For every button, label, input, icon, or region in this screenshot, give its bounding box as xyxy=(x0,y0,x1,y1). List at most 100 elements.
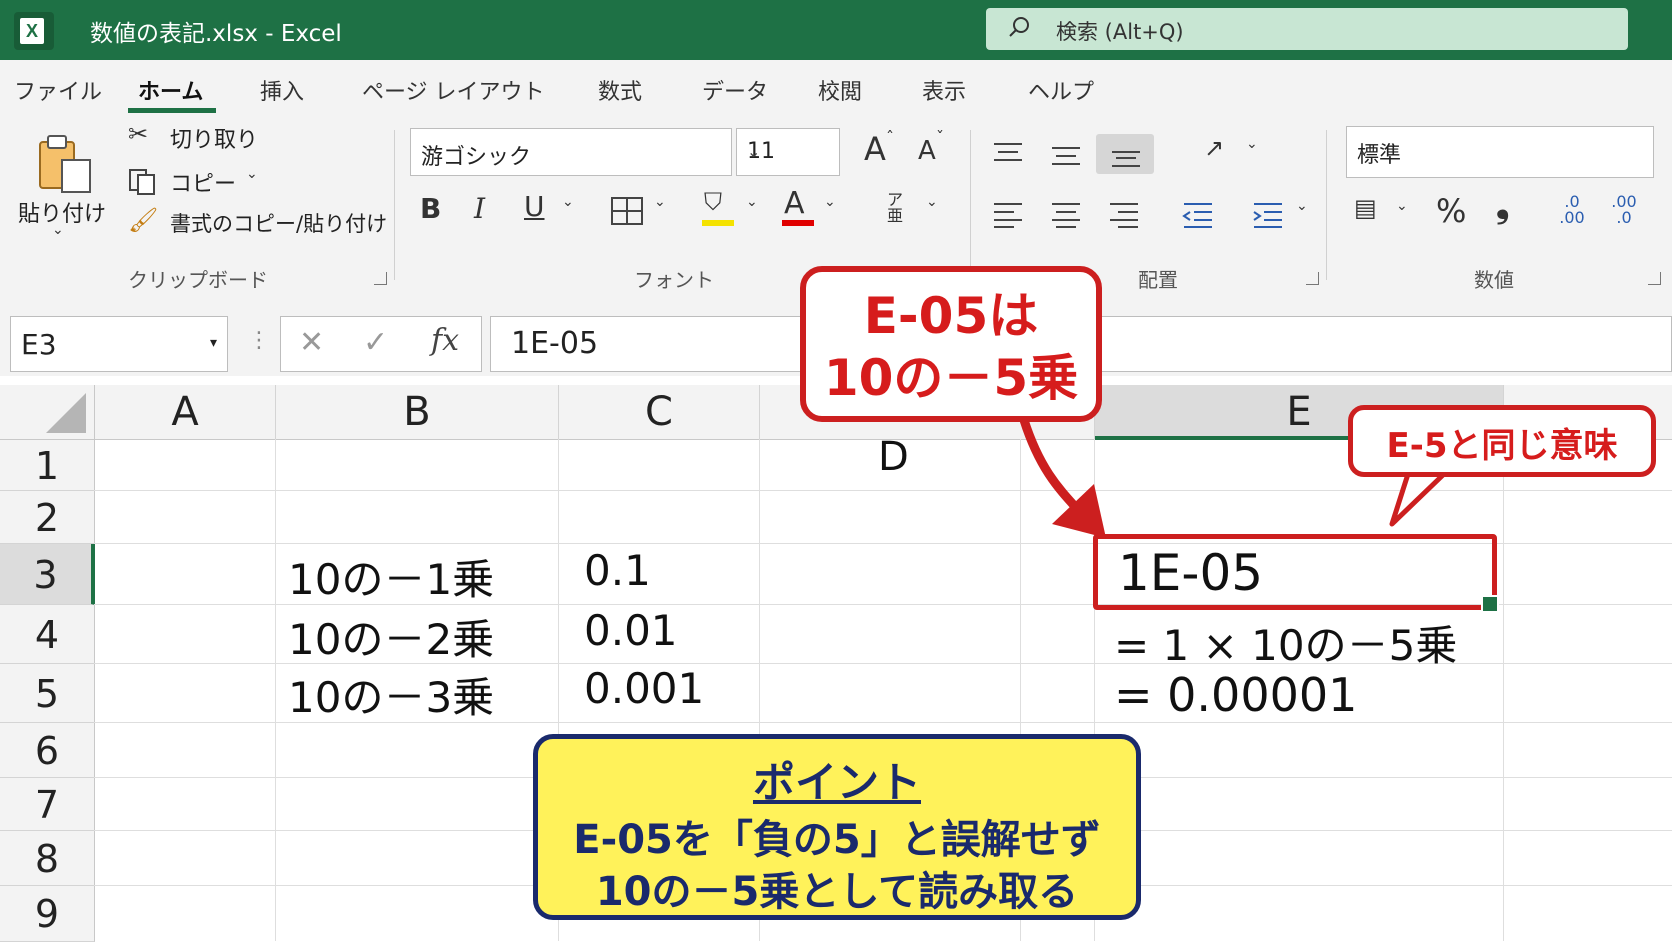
column-header-a[interactable]: A xyxy=(95,385,276,440)
increase-indent-icon[interactable] xyxy=(1250,200,1286,228)
copy-icon[interactable] xyxy=(128,168,158,196)
align-right-icon[interactable] xyxy=(1106,200,1142,228)
decrease-decimal-icon[interactable]: .00 .0 xyxy=(1606,194,1642,226)
row-header-2[interactable]: 2 xyxy=(0,491,95,544)
orientation-icon[interactable]: ↗ xyxy=(1204,134,1224,162)
chevron-down-icon[interactable]: ⌄ xyxy=(562,194,574,210)
align-top-icon[interactable] xyxy=(990,140,1026,166)
fill-color-icon[interactable]: ⛉ xyxy=(704,188,722,216)
row-header-4[interactable]: 4 xyxy=(0,605,95,664)
tab-view[interactable]: 表示 xyxy=(922,74,966,106)
tab-file[interactable]: ファイル xyxy=(14,74,102,106)
point-box: ポイント E-05を「負の5」と誤解せず 10の－5乗として読み取る xyxy=(533,734,1141,920)
row-header-5[interactable]: 5 xyxy=(0,664,95,723)
grow-font-icon[interactable]: A xyxy=(864,130,886,168)
select-all-button[interactable] xyxy=(0,385,95,440)
percent-style-button[interactable]: % xyxy=(1436,192,1466,230)
cell-c3[interactable]: 0.1 xyxy=(584,546,651,595)
clipboard-group-label: クリップボード xyxy=(128,268,268,292)
excel-logo-letter: X xyxy=(20,18,44,44)
separator xyxy=(394,130,395,280)
accounting-format-icon[interactable]: ▤ xyxy=(1354,194,1377,222)
tab-page-layout[interactable]: ページ レイアウト xyxy=(362,74,545,106)
paste-icon[interactable] xyxy=(36,134,94,196)
format-painter-icon[interactable]: 🖌 xyxy=(128,206,158,234)
tab-help[interactable]: ヘルプ xyxy=(1028,74,1094,106)
row-header-9[interactable]: 9 xyxy=(0,886,95,942)
clipboard-launcher-icon[interactable] xyxy=(374,272,387,285)
number-format-select[interactable]: 標準 ⌄ xyxy=(1346,126,1654,178)
caret-down-icon: ˇ xyxy=(936,128,944,147)
cell-b5[interactable]: 10の－3乗 xyxy=(288,664,494,725)
cell-e5[interactable]: = 0.00001 xyxy=(1114,668,1357,722)
shrink-font-icon[interactable]: A xyxy=(918,136,936,166)
decrease-indent-icon[interactable] xyxy=(1180,200,1216,228)
font-name-select[interactable]: 游ゴシック ⌄ xyxy=(410,128,732,176)
alignment-launcher-icon[interactable] xyxy=(1306,272,1319,285)
row-header-6[interactable]: 6 xyxy=(0,723,95,778)
cell-e4[interactable]: = 1 × 10の－5乗 xyxy=(1114,612,1457,673)
fill-handle[interactable] xyxy=(1481,595,1499,613)
column-header-c[interactable]: C xyxy=(559,385,760,440)
chevron-down-icon[interactable]: ⌄ xyxy=(746,194,758,210)
cell-b3[interactable]: 10の－1乗 xyxy=(288,546,494,607)
scissors-icon[interactable]: ✂ xyxy=(128,120,148,148)
chevron-down-icon[interactable]: ⌄ xyxy=(1396,198,1408,214)
chevron-down-icon[interactable]: ⌄ xyxy=(1246,136,1258,152)
grid-line xyxy=(1503,439,1504,941)
copy-label[interactable]: コピー xyxy=(170,166,236,198)
cell-b4[interactable]: 10の－2乗 xyxy=(288,606,494,667)
chevron-down-icon[interactable]: ⌄ xyxy=(654,194,666,210)
tab-data[interactable]: データ xyxy=(702,74,768,106)
name-box[interactable]: E3 ▾ xyxy=(10,316,228,372)
chevron-down-icon: ⌄ xyxy=(421,142,435,161)
align-bottom-button[interactable] xyxy=(1096,134,1154,174)
bold-button[interactable]: B xyxy=(420,192,441,225)
row-header-3[interactable]: 3 xyxy=(0,544,95,605)
font-color-icon[interactable]: A xyxy=(784,186,805,221)
tab-formulas[interactable]: 数式 xyxy=(598,74,642,106)
tab-review[interactable]: 校閲 xyxy=(818,74,862,106)
chevron-down-icon[interactable]: ⌄ xyxy=(926,194,938,210)
copy-dropdown-icon[interactable]: ⌄ xyxy=(246,166,258,182)
grid-line xyxy=(275,439,276,941)
callout-side-text: E-5と同じ意味 xyxy=(1386,426,1618,466)
formula-buttons: ✕ ✓ fx xyxy=(280,316,482,372)
cut-label[interactable]: 切り取り xyxy=(170,122,258,154)
tab-insert[interactable]: 挿入 xyxy=(260,74,304,106)
chevron-down-icon[interactable]: ⌄ xyxy=(824,194,836,210)
excel-logo-icon[interactable]: X xyxy=(14,12,54,50)
chevron-down-icon: ⌄ xyxy=(1357,140,1371,159)
italic-button[interactable]: I xyxy=(474,192,485,225)
active-tab-indicator xyxy=(128,108,216,113)
align-middle-icon[interactable] xyxy=(1048,144,1084,170)
comma-style-button[interactable]: ❟ xyxy=(1496,186,1509,226)
enter-icon[interactable]: ✓ xyxy=(363,325,388,360)
number-launcher-icon[interactable] xyxy=(1648,272,1661,285)
chevron-down-icon[interactable]: ⌄ xyxy=(1296,198,1308,214)
cell-c4[interactable]: 0.01 xyxy=(584,606,678,655)
column-header-b[interactable]: B xyxy=(276,385,559,440)
phonetic-guide-icon[interactable]: ア亜 xyxy=(884,192,906,224)
row-header-7[interactable]: 7 xyxy=(0,778,95,831)
grid-line xyxy=(94,490,1672,491)
font-size-select[interactable]: 11 ⌄ xyxy=(736,128,840,176)
row-header-1[interactable]: 1 xyxy=(0,440,95,491)
borders-icon[interactable] xyxy=(610,196,644,226)
search-placeholder: 検索 (Alt+Q) xyxy=(1056,20,1184,44)
search-box[interactable]: 検索 (Alt+Q) xyxy=(986,8,1628,50)
fill-color-swatch xyxy=(702,220,734,226)
align-left-icon[interactable] xyxy=(990,200,1026,228)
font-color-swatch xyxy=(782,220,814,226)
underline-button[interactable]: U xyxy=(524,190,545,223)
increase-decimal-icon[interactable]: .0 .00 xyxy=(1554,194,1590,226)
paste-dropdown-icon[interactable]: ⌄ xyxy=(52,222,64,238)
align-center-icon[interactable] xyxy=(1048,200,1084,228)
insert-function-icon[interactable]: fx xyxy=(431,323,459,358)
menu-bar: ファイル ホーム 挿入 ページ レイアウト 数式 データ 校閲 表示 ヘルプ xyxy=(0,60,1672,118)
format-painter-label[interactable]: 書式のコピー/貼り付け xyxy=(170,208,387,238)
row-header-8[interactable]: 8 xyxy=(0,831,95,886)
cell-c5[interactable]: 0.001 xyxy=(584,664,704,713)
cancel-icon[interactable]: ✕ xyxy=(299,325,324,360)
tab-home[interactable]: ホーム xyxy=(138,74,203,106)
